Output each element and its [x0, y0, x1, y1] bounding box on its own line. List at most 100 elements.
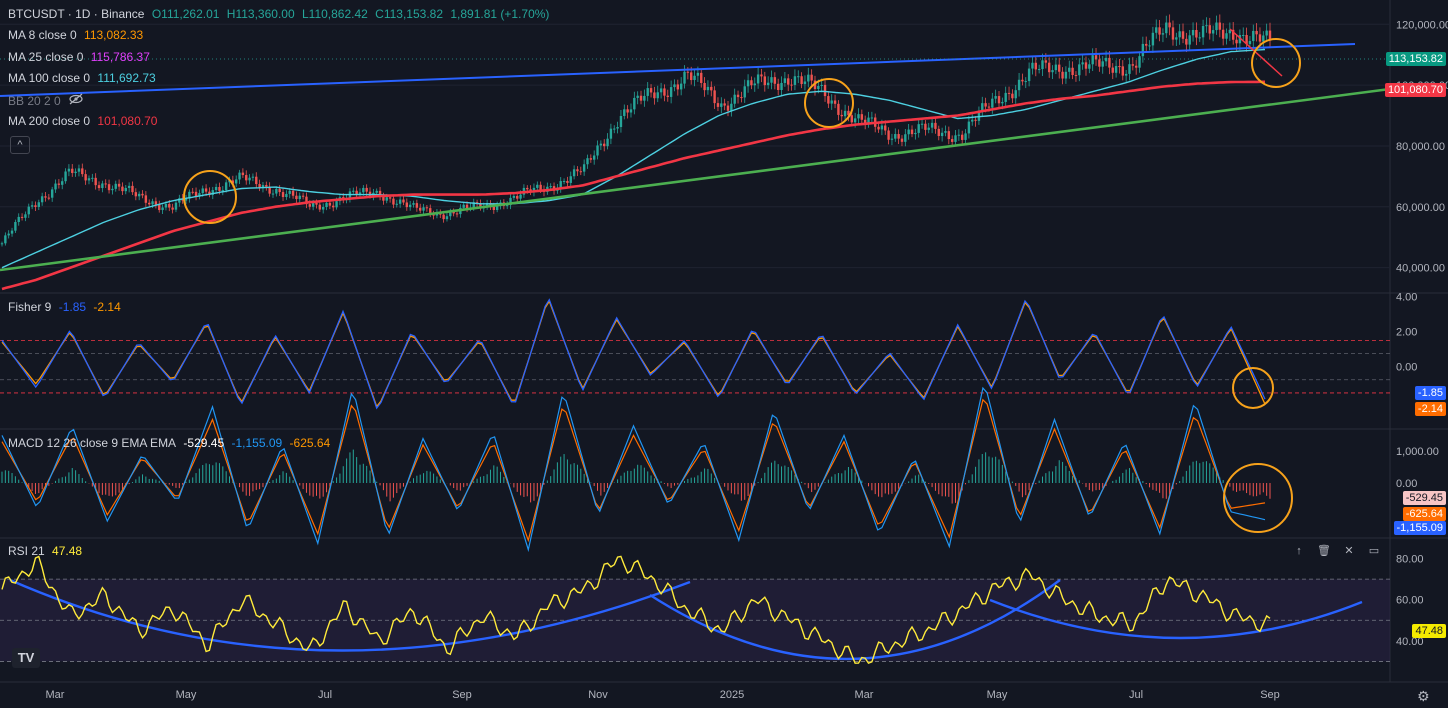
macd-legend[interactable]: MACD 12 26 close 9 EMA EMA -529.45 -1,15…: [8, 436, 334, 450]
candle-body: [840, 114, 843, 117]
candle-body: [582, 164, 586, 172]
ma8-value: 113,082.33: [84, 28, 144, 42]
eye-off-icon[interactable]: [68, 93, 84, 108]
candle-body: [37, 202, 41, 207]
pane-maximize-icon[interactable]: ▭: [1365, 543, 1383, 559]
fisher-value-2: -2.14: [93, 300, 121, 314]
candle-body: [1017, 79, 1021, 91]
ohlc-change: 1,891.81 (+1.70%): [450, 7, 550, 21]
fisher-legend[interactable]: Fisher 9 -1.85 -2.14: [8, 300, 125, 314]
candle-body: [218, 186, 221, 191]
candle-body: [238, 172, 241, 180]
candle-body: [1118, 66, 1121, 68]
candle-body: [710, 86, 713, 91]
candle-body: [1208, 25, 1211, 34]
ma100-label: MA 100 close 0: [8, 71, 91, 85]
candle-body: [1185, 38, 1188, 45]
x-tick-label: May: [987, 689, 1008, 701]
candle-body: [234, 179, 238, 184]
candle-body: [629, 109, 633, 113]
x-tick-label: Jul: [1129, 689, 1143, 701]
candle-body: [572, 169, 576, 177]
candle-body: [623, 109, 626, 116]
collapse-up-icon[interactable]: ^: [10, 136, 30, 154]
candle-body: [927, 127, 930, 130]
ma8-label: MA 8 close 0: [8, 28, 77, 42]
bb-label: BB 20 2 0: [8, 94, 61, 108]
candle-body: [392, 198, 395, 205]
candle-body: [974, 119, 977, 121]
candle-body: [7, 233, 10, 236]
y-tick-label: 40,000.00: [1396, 263, 1445, 275]
candle-body: [1252, 30, 1255, 42]
candle-body: [1262, 35, 1265, 42]
symbol-title[interactable]: BTCUSDT · 1D · Binance: [8, 7, 144, 21]
candle-body: [766, 82, 770, 86]
candle-body: [884, 125, 887, 131]
candle-body: [1101, 61, 1104, 67]
ma25-legend[interactable]: MA 25 close 0 115,786.37: [8, 50, 154, 64]
candle-body: [837, 103, 840, 115]
settings-gear-icon[interactable]: ⚙: [1417, 688, 1430, 705]
candle-body: [14, 221, 17, 231]
candle-body: [1155, 27, 1158, 33]
x-tick-label: May: [176, 689, 197, 701]
candle-body: [713, 90, 716, 104]
candle-body: [536, 184, 539, 188]
candle-body: [1068, 67, 1071, 72]
candle-body: [776, 83, 780, 90]
candle-body: [144, 195, 148, 203]
candle-body: [1161, 33, 1165, 35]
x-tick-label: Sep: [1260, 689, 1280, 701]
candle-body: [124, 187, 127, 192]
candle-body: [753, 83, 756, 86]
candle-body: [395, 203, 398, 205]
ohlc-low: L110,862.42: [301, 7, 368, 21]
candle-body: [984, 103, 987, 107]
candle-body: [780, 82, 783, 90]
candle-body: [1071, 67, 1074, 76]
candle-body: [107, 184, 111, 191]
candle-body: [673, 84, 676, 88]
candle-body: [562, 180, 566, 182]
ma100-legend[interactable]: MA 100 close 0 111,692.73: [8, 71, 160, 85]
candle-body: [877, 126, 880, 130]
candle-body: [516, 195, 519, 199]
candle-body: [214, 186, 218, 191]
symbol-legend: BTCUSDT · 1D · Binance O111,262.01 H113,…: [8, 7, 553, 21]
candle-body: [1188, 35, 1191, 45]
ma8-legend[interactable]: MA 8 close 0 113,082.33: [8, 28, 147, 42]
tradingview-logo[interactable]: TV: [12, 648, 40, 668]
candle-body: [398, 199, 402, 204]
candle-body: [104, 183, 107, 185]
ma200-legend[interactable]: MA 200 close 0 101,080.70: [8, 114, 161, 128]
candle-body: [1088, 64, 1091, 69]
candle-body: [683, 71, 686, 84]
candle-body: [619, 115, 623, 128]
candle-body: [549, 186, 552, 188]
candle-body: [121, 186, 124, 192]
candle-body: [221, 190, 225, 192]
candle-body: [1091, 55, 1094, 65]
candle-body: [639, 95, 643, 101]
macd-label: MACD 12 26 close 9 EMA EMA: [8, 436, 177, 450]
candle-body: [1175, 37, 1178, 40]
pane-collapse-icon[interactable]: ✕: [1340, 543, 1358, 559]
candle-body: [1225, 33, 1228, 39]
candle-body: [1221, 29, 1225, 39]
candle-body: [174, 202, 178, 210]
candle-body: [810, 74, 813, 81]
candle-body: [248, 177, 251, 181]
candle-body: [271, 193, 275, 195]
fisher-label: Fisher 9: [8, 300, 52, 314]
chart-canvas[interactable]: 40,000.0060,000.0080,000.00100,000.00120…: [0, 0, 1448, 708]
pane-delete-icon[interactable]: 🗑: [1315, 543, 1333, 559]
candle-body: [204, 188, 208, 192]
price-close-badge: 113,153.82: [1385, 52, 1446, 66]
rsi-legend[interactable]: RSI 21 47.48: [8, 544, 86, 558]
bb-legend[interactable]: BB 20 2 0: [8, 93, 88, 108]
candle-body: [897, 134, 900, 139]
candle-body: [569, 176, 572, 183]
pane-up-icon[interactable]: ↑: [1290, 543, 1308, 559]
candle-body: [61, 181, 64, 185]
